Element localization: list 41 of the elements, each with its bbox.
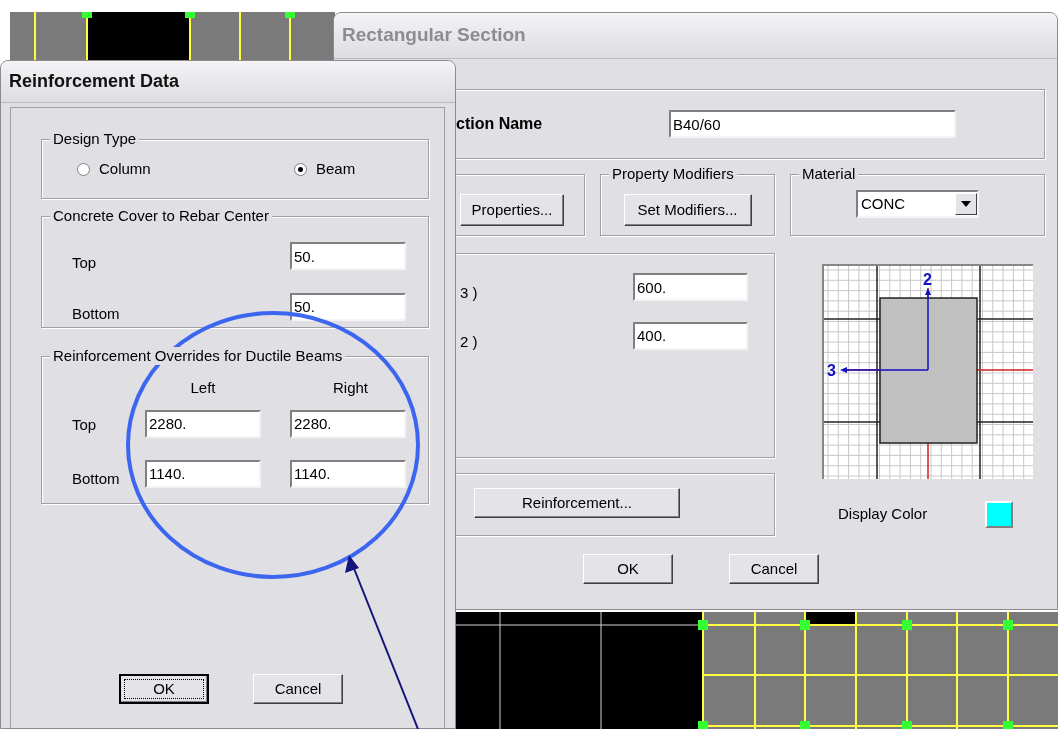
input-field[interactable]: 1140. [145,459,261,488]
input-field[interactable]: 50. [290,242,406,271]
field-label: ction Name [456,114,544,134]
field-label: Bottom [72,468,121,489]
group-label: Reinforcement Overrides for Ductile Beams [50,347,346,365]
material-dropdown[interactable]: CONC [856,190,979,218]
field-label: Top [72,415,98,436]
radio-button[interactable] [77,162,90,176]
input-field[interactable]: B40/60 [669,110,956,138]
column-header: Left [189,378,217,398]
dropdown-button[interactable] [955,193,977,215]
field-label: 3 ) [460,283,478,303]
axis-label: 2 [923,271,932,288]
color-label: Display Color [838,504,928,525]
column-header: Right [331,378,369,398]
window-title: Rectangular Section [342,23,526,48]
button[interactable]: Cancel [729,554,819,584]
radio-label: Column [99,158,151,179]
button[interactable]: OK [583,554,673,584]
button[interactable]: Cancel [253,674,343,704]
input-field[interactable]: 2280. [290,409,406,438]
group-label: Design Type [50,130,140,148]
caret-icon [961,201,971,207]
field-label: Top [72,253,98,273]
button[interactable]: Set Modifiers... [623,194,752,226]
field-label: 2 ) [460,331,478,352]
window-title: Reinforcement Data [9,70,180,93]
axis-label: 3 [827,362,836,379]
field-label: Bottom [72,303,121,324]
input-field[interactable]: 400. [633,321,748,350]
input-field[interactable]: 600. [633,273,748,302]
button[interactable]: Properties... [460,194,564,226]
group-label: Property Modifiers [609,165,737,183]
color-swatch[interactable] [985,501,1013,528]
input-field[interactable]: 1140. [290,459,406,488]
button[interactable]: OK [119,674,209,704]
input-field[interactable]: 50. [290,292,406,321]
radio-label: Beam [316,158,356,179]
input-field[interactable]: 2280. [145,409,261,438]
radio-button[interactable] [294,162,307,176]
button[interactable]: Reinforcement... [474,488,680,518]
